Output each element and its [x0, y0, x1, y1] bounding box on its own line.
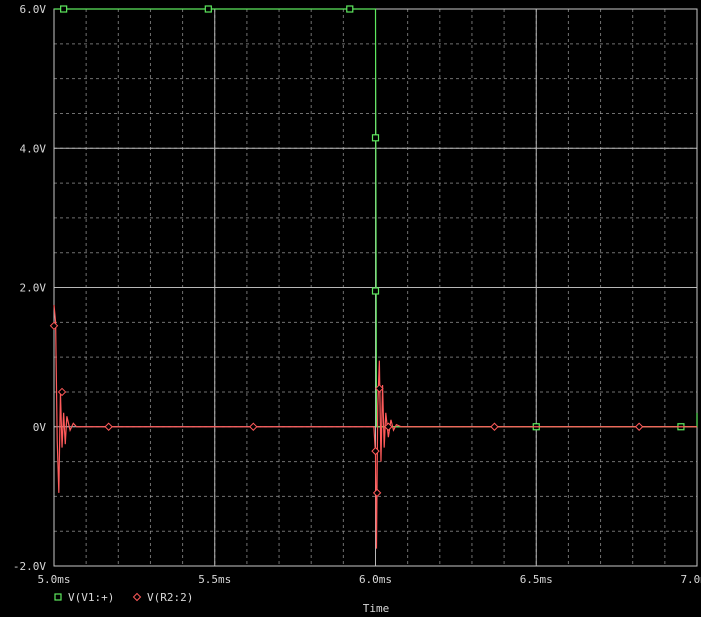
series-marker-square — [346, 5, 354, 13]
legend-label: V(R2:2) — [147, 591, 193, 604]
series-marker-square — [60, 5, 68, 13]
legend: V(V1:+) V(R2:2) — [54, 591, 193, 604]
series-marker-square — [371, 134, 380, 142]
waveform-plot: 5.0ms 5.5ms 6.0ms 6.5ms 7.0ms 6.0V 4.0V 2.0V 0V -… — [13, 3, 701, 615]
y-tick-label: 6.0V — [20, 3, 47, 16]
series-marker-square — [204, 5, 212, 13]
y-tick-label: 4.0V — [20, 142, 47, 155]
series-marker-square — [371, 287, 380, 295]
x-tick-label: 6.0ms — [359, 573, 392, 586]
series-layer — [49, 5, 698, 549]
y-tick-label: 2.0V — [20, 282, 47, 295]
series-marker-diamond — [372, 488, 382, 498]
x-tick-label: 5.0ms — [37, 573, 70, 586]
series-marker-diamond — [104, 422, 113, 431]
x-axis-title: Time — [363, 602, 390, 615]
series-marker-diamond — [57, 387, 67, 397]
series-marker-diamond — [249, 422, 258, 431]
tick-labels: 5.0ms 5.5ms 6.0ms 6.5ms 7.0ms 6.0V 4.0V 2.0V 0V -… — [13, 3, 701, 586]
x-tick-label: 7.0ms — [680, 573, 701, 586]
series-marker-diamond — [49, 321, 59, 331]
y-tick-label: -2.0V — [13, 560, 46, 573]
x-tick-label: 6.5ms — [520, 573, 553, 586]
legend-marker-diamond — [132, 592, 142, 602]
legend-label: V(V1:+) — [68, 591, 114, 604]
y-tick-label: 0V — [33, 421, 47, 434]
series-marker-diamond — [634, 422, 644, 431]
legend-marker-square — [54, 593, 62, 601]
series-marker-diamond — [490, 422, 499, 431]
x-tick-label: 5.5ms — [198, 573, 231, 586]
